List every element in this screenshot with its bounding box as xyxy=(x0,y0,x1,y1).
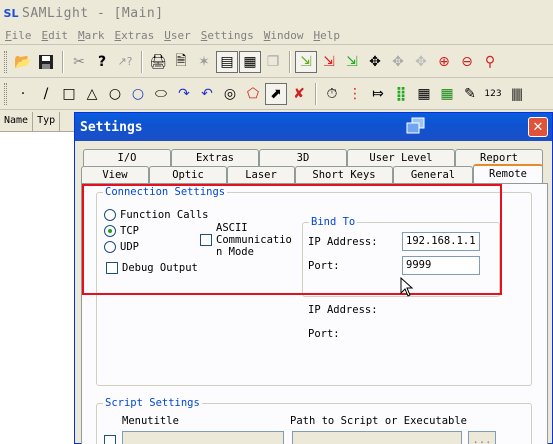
polygon-icon[interactable]: ⬠ xyxy=(242,83,264,105)
line-icon[interactable]: / xyxy=(35,83,57,105)
tab-remote[interactable]: Remote xyxy=(473,164,543,183)
serial-number-icon[interactable]: 123 xyxy=(482,83,504,105)
menu-user[interactable]: User xyxy=(159,29,196,42)
zoom-in-icon[interactable]: ⊕ xyxy=(433,51,455,73)
toolbar-separator xyxy=(62,50,64,73)
transform-red-icon[interactable]: ⇲ xyxy=(318,51,340,73)
toolbar-grip[interactable] xyxy=(4,82,7,105)
menu-help[interactable]: Help xyxy=(308,29,345,42)
tab-extras[interactable]: Extras xyxy=(171,149,259,166)
red-highlight-box xyxy=(82,184,502,295)
tab-view[interactable]: View xyxy=(81,166,149,183)
cut-icon[interactable]: ✂ xyxy=(68,51,90,73)
script-settings-label: Script Settings xyxy=(103,397,202,409)
menu-mark[interactable]: Mark xyxy=(73,29,110,42)
script-path-column-label: Path to Script or Executable xyxy=(290,415,468,427)
laser-star-icon[interactable]: ✶ xyxy=(193,51,215,73)
browse-button[interactable]: ... xyxy=(468,431,496,444)
grid-green-icon[interactable]: ▦ xyxy=(436,83,458,105)
move-light-icon[interactable]: ✥ xyxy=(410,51,432,73)
close-icon[interactable]: ✕ xyxy=(528,117,548,137)
script-path-field[interactable] xyxy=(292,431,462,444)
entity-list-panel[interactable]: Name Typ xyxy=(0,112,76,444)
io-signal-icon[interactable]: ⋮ xyxy=(344,83,366,105)
toolbar-separator xyxy=(289,50,291,73)
print-icon[interactable]: 🖨 xyxy=(147,51,169,73)
context-help-icon[interactable]: ↗? xyxy=(114,51,136,73)
menu-bar: File Edit Mark Extras User Settings Wind… xyxy=(0,27,553,45)
triangle-icon[interactable]: △ xyxy=(81,83,103,105)
arc-alt-icon[interactable]: ↶ xyxy=(196,83,218,105)
toolbar-separator xyxy=(141,50,143,73)
tab-laser[interactable]: Laser xyxy=(227,166,295,183)
tab-short-keys[interactable]: Short Keys xyxy=(295,166,393,183)
circle-icon[interactable]: ○ xyxy=(104,83,126,105)
open-folder-icon[interactable]: 📂 xyxy=(12,51,34,73)
zoom-out-icon[interactable]: ⊖ xyxy=(456,51,478,73)
dialog-titlebar[interactable]: Settings ✕ xyxy=(75,113,552,141)
move-icon[interactable]: ✥ xyxy=(364,51,386,73)
text-box-icon[interactable]: ✎ xyxy=(459,83,481,105)
document-view-icon[interactable]: ▤ xyxy=(216,50,238,73)
copy-pages-icon[interactable]: ❐ xyxy=(262,51,284,73)
array-icon[interactable]: ⣿ xyxy=(390,83,412,105)
column-name[interactable]: Name xyxy=(0,112,34,131)
menu-window[interactable]: Window xyxy=(259,29,309,42)
menu-settings[interactable]: Settings xyxy=(196,29,259,42)
tab-io[interactable]: I/O xyxy=(83,149,171,166)
print-preview-icon[interactable]: 🗎 xyxy=(170,51,192,73)
ellipse-icon[interactable]: ⬭ xyxy=(150,83,172,105)
script-enable-checkbox[interactable] xyxy=(104,435,116,444)
tab-user-level[interactable]: User Level xyxy=(347,149,455,166)
tab-general[interactable]: General xyxy=(393,166,473,183)
select-arrow-icon[interactable]: ⬈ xyxy=(265,82,287,105)
menu-file[interactable]: File xyxy=(0,29,37,42)
rectangle-icon[interactable]: □ xyxy=(58,83,80,105)
ip-address-label-2: IP Address: xyxy=(308,304,378,316)
drawing-toolbar: · / □ △ ○ ○ ⬭ ↷ ↶ ◎ ⬠ ⬈ ✘ ⏱ ⋮ ⤇ ⣿ ▦ ▦ ✎ … xyxy=(0,78,553,110)
hatch-icon[interactable]: ⤇ xyxy=(367,83,389,105)
menu-edit[interactable]: Edit xyxy=(37,29,74,42)
edit-nodes-icon[interactable]: ✘ xyxy=(288,83,310,105)
toolbar-separator xyxy=(315,82,317,105)
samlight-logo-icon: SL xyxy=(3,6,19,20)
dialog-title: Settings xyxy=(80,119,143,135)
tab-3d[interactable]: 3D xyxy=(259,149,347,166)
save-icon[interactable] xyxy=(35,51,57,73)
toolbar-grip[interactable] xyxy=(4,50,7,73)
app-title: SAMLight - [Main] xyxy=(22,5,164,21)
barcode-icon[interactable]: ||||| xyxy=(505,83,527,105)
stopwatch-icon[interactable]: ⏱ xyxy=(321,83,343,105)
circle-blue-icon[interactable]: ○ xyxy=(127,83,149,105)
zoom-fit-icon[interactable]: ⚲ xyxy=(479,51,501,73)
settings-windows-icon xyxy=(406,117,425,134)
menu-extras[interactable]: Extras xyxy=(110,29,160,42)
move-gray-icon[interactable]: ✥ xyxy=(387,51,409,73)
barcode-2d-icon[interactable]: ▦ xyxy=(413,83,435,105)
main-toolbar: 📂 ✂ ? ↗? 🖨 🗎 ✶ ▤ ▦ ❐ ⇲ ⇲ ⇲ ✥ ✥ ✥ ⊕ ⊖ ⚲ xyxy=(0,46,553,78)
point-icon[interactable]: · xyxy=(12,83,34,105)
port-label-2: Port: xyxy=(308,328,340,340)
mouse-cursor-icon xyxy=(400,277,414,297)
pointer-transform-icon[interactable]: ⇲ xyxy=(295,50,317,73)
spiral-icon[interactable]: ◎ xyxy=(219,83,241,105)
transform-green-icon[interactable]: ⇲ xyxy=(341,51,363,73)
tab-optic[interactable]: Optic xyxy=(149,166,227,183)
help-icon[interactable]: ? xyxy=(91,51,113,73)
app-titlebar: SL SAMLight - [Main] xyxy=(0,0,553,26)
arc-icon[interactable]: ↷ xyxy=(173,83,195,105)
menutitle-column-label: Menutitle xyxy=(122,415,179,427)
entity-list-header: Name Typ xyxy=(0,112,75,132)
column-type[interactable]: Typ xyxy=(33,112,61,131)
table-view-icon[interactable]: ▦ xyxy=(239,50,261,73)
menutitle-field[interactable] xyxy=(122,431,284,444)
